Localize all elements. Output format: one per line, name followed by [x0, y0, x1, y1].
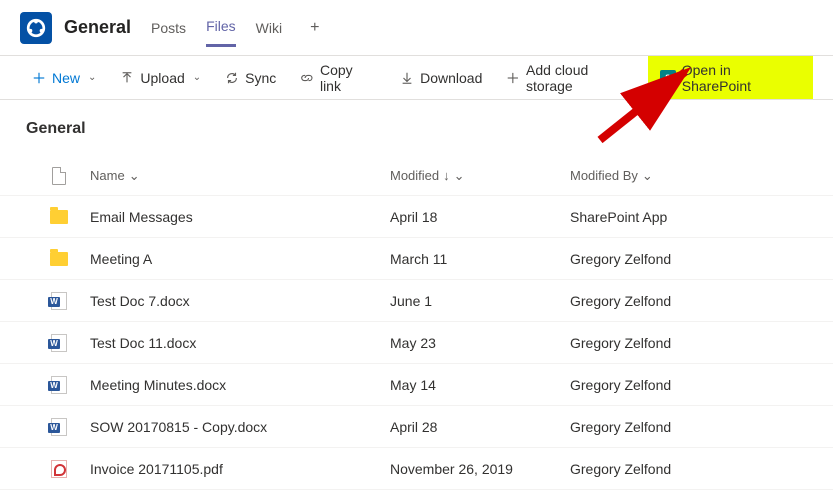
pdf-icon — [50, 460, 68, 478]
file-name[interactable]: Meeting A — [90, 251, 390, 267]
chevron-down-icon: ⌄ — [129, 168, 140, 184]
addcloud-label: Add cloud storage — [526, 62, 636, 94]
open-sharepoint-button[interactable]: s Open in SharePoint — [648, 56, 813, 99]
col-name-label: Name — [90, 168, 125, 183]
col-modified-label: Modified — [390, 168, 439, 183]
file-name[interactable]: Test Doc 11.docx — [90, 335, 390, 351]
chevron-down-icon: ⌄ — [454, 168, 465, 184]
download-icon — [400, 71, 414, 85]
file-type-icon — [50, 167, 68, 185]
file-name[interactable]: Email Messages — [90, 209, 390, 225]
file-modifiedby: Gregory Zelfond — [570, 461, 770, 477]
channel-name: General — [64, 17, 131, 38]
file-modified: April 18 — [390, 209, 570, 225]
upload-icon — [120, 71, 134, 85]
sharepoint-icon: s — [660, 70, 676, 86]
col-modifiedby[interactable]: Modified By ⌄ — [570, 168, 770, 184]
file-modified: May 14 — [390, 377, 570, 393]
download-label: Download — [420, 70, 482, 86]
docx-icon — [50, 376, 68, 394]
docx-icon — [50, 292, 68, 310]
copylink-button[interactable]: Copy link — [288, 56, 388, 99]
tab-wiki[interactable]: Wiki — [256, 10, 282, 46]
sort-desc-icon: ↓ — [443, 168, 450, 183]
folder-icon — [50, 250, 68, 268]
file-modified: November 26, 2019 — [390, 461, 570, 477]
chevron-down-icon: ⌄ — [193, 72, 201, 83]
upload-button[interactable]: Upload ⌄ — [108, 56, 213, 99]
sync-icon — [225, 71, 239, 85]
tab-files[interactable]: Files — [206, 8, 236, 47]
link-icon — [300, 71, 314, 85]
file-modifiedby: Gregory Zelfond — [570, 419, 770, 435]
col-name[interactable]: Name ⌄ — [90, 168, 390, 184]
chevron-down-icon: ⌄ — [642, 168, 653, 184]
file-name[interactable]: SOW 20170815 - Copy.docx — [90, 419, 390, 435]
file-modifiedby: SharePoint App — [570, 209, 770, 225]
file-modifiedby: Gregory Zelfond — [570, 293, 770, 309]
file-name[interactable]: Meeting Minutes.docx — [90, 377, 390, 393]
file-modifiedby: Gregory Zelfond — [570, 335, 770, 351]
docx-icon — [50, 418, 68, 436]
tab-posts[interactable]: Posts — [151, 10, 186, 46]
files-toolbar: New ⌄ Upload ⌄ Sync Copy link Download A… — [0, 56, 833, 100]
copylink-label: Copy link — [320, 62, 376, 94]
sync-label: Sync — [245, 70, 276, 86]
upload-label: Upload — [140, 70, 184, 86]
tabs: Posts Files Wiki + — [151, 8, 327, 47]
table-row[interactable]: Email MessagesApril 18SharePoint App — [0, 196, 833, 238]
channel-header: General Posts Files Wiki + — [0, 0, 833, 56]
table-row[interactable]: Test Doc 7.docxJune 1Gregory Zelfond — [0, 280, 833, 322]
file-grid: Name ⌄ Modified ↓ ⌄ Modified By ⌄ Email Mes… — [0, 156, 833, 490]
plus-icon — [32, 71, 46, 85]
breadcrumb: General — [0, 100, 833, 156]
file-modified: June 1 — [390, 293, 570, 309]
docx-icon — [50, 334, 68, 352]
new-button[interactable]: New ⌄ — [20, 56, 108, 99]
table-row[interactable]: Invoice 20171105.pdfNovember 26, 2019Gre… — [0, 448, 833, 490]
plus-icon — [506, 71, 520, 85]
table-row[interactable]: Meeting AMarch 11Gregory Zelfond — [0, 238, 833, 280]
sharepoint-label: Open in SharePoint — [682, 62, 801, 94]
download-button[interactable]: Download — [388, 56, 494, 99]
file-modifiedby: Gregory Zelfond — [570, 377, 770, 393]
col-modified[interactable]: Modified ↓ ⌄ — [390, 168, 570, 184]
chevron-down-icon: ⌄ — [88, 72, 96, 83]
sync-button[interactable]: Sync — [213, 56, 288, 99]
add-tab-button[interactable]: + — [302, 15, 327, 41]
file-name[interactable]: Test Doc 7.docx — [90, 293, 390, 309]
folder-icon — [50, 208, 68, 226]
table-row[interactable]: Meeting Minutes.docxMay 14Gregory Zelfon… — [0, 364, 833, 406]
file-modifiedby: Gregory Zelfond — [570, 251, 770, 267]
table-row[interactable]: SOW 20170815 - Copy.docxApril 28Gregory … — [0, 406, 833, 448]
col-modifiedby-label: Modified By — [570, 168, 638, 183]
file-modified: May 23 — [390, 335, 570, 351]
file-modified: March 11 — [390, 251, 570, 267]
table-row[interactable]: Test Doc 11.docxMay 23Gregory Zelfond — [0, 322, 833, 364]
grid-header: Name ⌄ Modified ↓ ⌄ Modified By ⌄ — [0, 156, 833, 196]
addcloud-button[interactable]: Add cloud storage — [494, 56, 648, 99]
file-modified: April 28 — [390, 419, 570, 435]
new-label: New — [52, 70, 80, 86]
team-icon — [20, 12, 52, 44]
file-name[interactable]: Invoice 20171105.pdf — [90, 461, 390, 477]
